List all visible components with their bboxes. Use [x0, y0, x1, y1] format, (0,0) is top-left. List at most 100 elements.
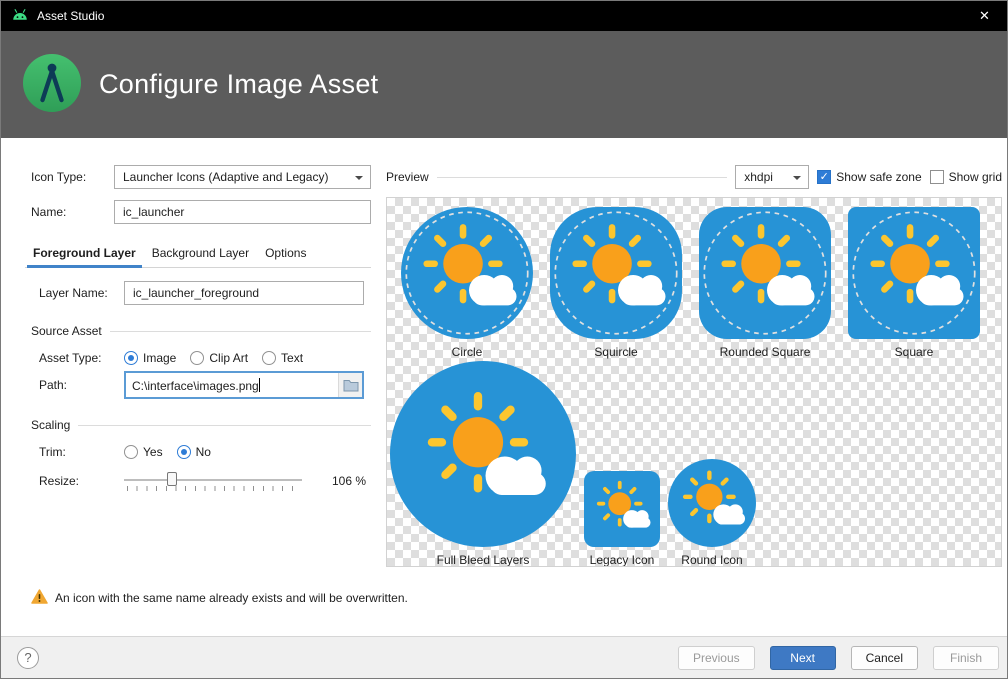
name-row: Name: ic_launcher: [31, 200, 371, 224]
icon-type-row: Icon Type: Launcher Icons (Adaptive and …: [31, 165, 371, 189]
name-input[interactable]: ic_launcher: [114, 200, 371, 224]
warning-text: An icon with the same name already exist…: [55, 591, 408, 605]
radio-image-label: Image: [143, 351, 176, 365]
preview-round-icon: Round Icon: [668, 459, 756, 567]
browse-button[interactable]: [338, 373, 362, 397]
divider: [110, 331, 371, 332]
name-value: ic_launcher: [123, 205, 184, 219]
preview-item-label: Circle: [452, 345, 483, 359]
preview-full-bleed: Full Bleed Layers: [390, 361, 576, 567]
resize-row: Resize: 106 %: [31, 471, 371, 491]
close-button[interactable]: ✕: [962, 1, 1007, 31]
preview-header: Preview xhdpi ✓ Show safe zone Show grid: [386, 165, 1002, 189]
show-safe-zone-checkbox[interactable]: ✓ Show safe zone: [817, 170, 921, 184]
asset-type-label: Asset Type:: [39, 351, 124, 365]
preview-item-label: Rounded Square: [720, 345, 811, 359]
radio-image[interactable]: Image: [124, 351, 176, 365]
safe-zone-overlay: [550, 207, 682, 339]
radio-clip-art[interactable]: Clip Art: [190, 351, 248, 365]
slider-thumb[interactable]: [167, 472, 177, 486]
safe-zone-overlay: [401, 207, 533, 339]
preview-item-label: Round Icon: [681, 553, 742, 567]
checkbox-unchecked-icon: [930, 170, 944, 184]
source-asset-label: Source Asset: [31, 324, 102, 338]
path-label: Path:: [39, 378, 124, 392]
squircle-icon-preview: [550, 207, 682, 339]
folder-icon: [343, 378, 359, 392]
radio-trim-no-control: [177, 445, 191, 459]
layer-name-input[interactable]: ic_launcher_foreground: [124, 281, 364, 305]
radio-clip-art-control: [190, 351, 204, 365]
asset-type-row: Asset Type: Image Clip Art Text: [31, 351, 371, 365]
slider-ticks: [127, 486, 299, 491]
text-caret: [259, 378, 260, 392]
path-row: Path: C:\interface\images.png: [31, 371, 371, 399]
radio-trim-yes-label: Yes: [143, 445, 163, 459]
form-panel: Icon Type: Launcher Icons (Adaptive and …: [1, 138, 381, 583]
warning-row: An icon with the same name already exist…: [1, 589, 1007, 607]
divider: [437, 177, 728, 178]
window-title: Asset Studio: [37, 9, 104, 23]
layer-name-row: Layer Name: ic_launcher_foreground: [31, 281, 371, 305]
checkbox-checked-icon: ✓: [817, 170, 831, 184]
layer-name-label: Layer Name:: [39, 286, 124, 300]
layer-name-value: ic_launcher_foreground: [133, 286, 259, 300]
slider-track: [124, 479, 302, 481]
preview-row-adaptive: Circle Squircle Roun: [387, 198, 1001, 359]
next-button[interactable]: Next: [770, 646, 836, 670]
preview-square: Square: [848, 207, 980, 359]
full-bleed-icon-preview: [390, 361, 576, 547]
preview-legacy-icon: Legacy Icon: [584, 471, 660, 567]
trim-row: Trim: Yes No: [31, 445, 371, 459]
radio-trim-no[interactable]: No: [177, 445, 211, 459]
density-dropdown[interactable]: xhdpi: [735, 165, 809, 189]
circle-icon-preview: [401, 207, 533, 339]
show-safe-zone-label: Show safe zone: [836, 170, 921, 184]
resize-label: Resize:: [39, 474, 124, 488]
rounded-square-icon-preview: [699, 207, 831, 339]
show-grid-checkbox[interactable]: Show grid: [930, 170, 1002, 184]
previous-button[interactable]: Previous: [678, 646, 755, 670]
preview-rounded-square: Rounded Square: [699, 207, 831, 359]
android-studio-logo: [23, 54, 81, 115]
show-grid-label: Show grid: [949, 170, 1002, 184]
radio-image-control: [124, 351, 138, 365]
trim-label: Trim:: [39, 445, 124, 459]
round-icon-preview: [668, 459, 756, 547]
radio-text[interactable]: Text: [262, 351, 303, 365]
resize-value: 106 %: [332, 474, 366, 488]
tab-foreground-layer[interactable]: Foreground Layer: [25, 240, 144, 267]
resize-slider[interactable]: [124, 471, 302, 491]
name-label: Name:: [31, 205, 114, 219]
cancel-button[interactable]: Cancel: [851, 646, 918, 670]
square-icon-preview: [848, 207, 980, 339]
preview-item-label: Squircle: [594, 345, 637, 359]
android-head-icon: [11, 8, 29, 24]
finish-button[interactable]: Finish: [933, 646, 999, 670]
radio-trim-yes-control: [124, 445, 138, 459]
radio-text-control: [262, 351, 276, 365]
path-input[interactable]: C:\interface\images.png: [124, 371, 364, 399]
asset-studio-window: Asset Studio ✕ Configure Image Asset: [0, 0, 1008, 679]
legacy-icon-preview: [584, 471, 660, 547]
preview-panel: Preview xhdpi ✓ Show safe zone Show grid: [381, 138, 1007, 583]
title-bar: Asset Studio ✕: [1, 1, 1007, 31]
path-value: C:\interface\images.png: [132, 379, 259, 393]
main-content: Icon Type: Launcher Icons (Adaptive and …: [1, 138, 1007, 583]
preview-label: Preview: [386, 170, 429, 184]
divider: [78, 425, 371, 426]
preview-item-label: Full Bleed Layers: [437, 553, 530, 567]
layer-tabs: Foreground Layer Background Layer Option…: [25, 240, 371, 268]
radio-clip-art-label: Clip Art: [209, 351, 248, 365]
icon-type-dropdown[interactable]: Launcher Icons (Adaptive and Legacy): [114, 165, 371, 189]
footer-buttons: Previous Next Cancel Finish: [678, 646, 999, 670]
source-asset-section-header: Source Asset: [31, 323, 371, 339]
preview-circle: Circle: [401, 207, 533, 359]
icon-type-value: Launcher Icons (Adaptive and Legacy): [123, 170, 328, 184]
icon-type-label: Icon Type:: [31, 170, 114, 184]
radio-trim-yes[interactable]: Yes: [124, 445, 163, 459]
help-button[interactable]: ?: [17, 647, 39, 669]
tab-options[interactable]: Options: [257, 240, 314, 267]
tab-background-layer[interactable]: Background Layer: [144, 240, 257, 267]
preview-squircle: Squircle: [550, 207, 682, 359]
